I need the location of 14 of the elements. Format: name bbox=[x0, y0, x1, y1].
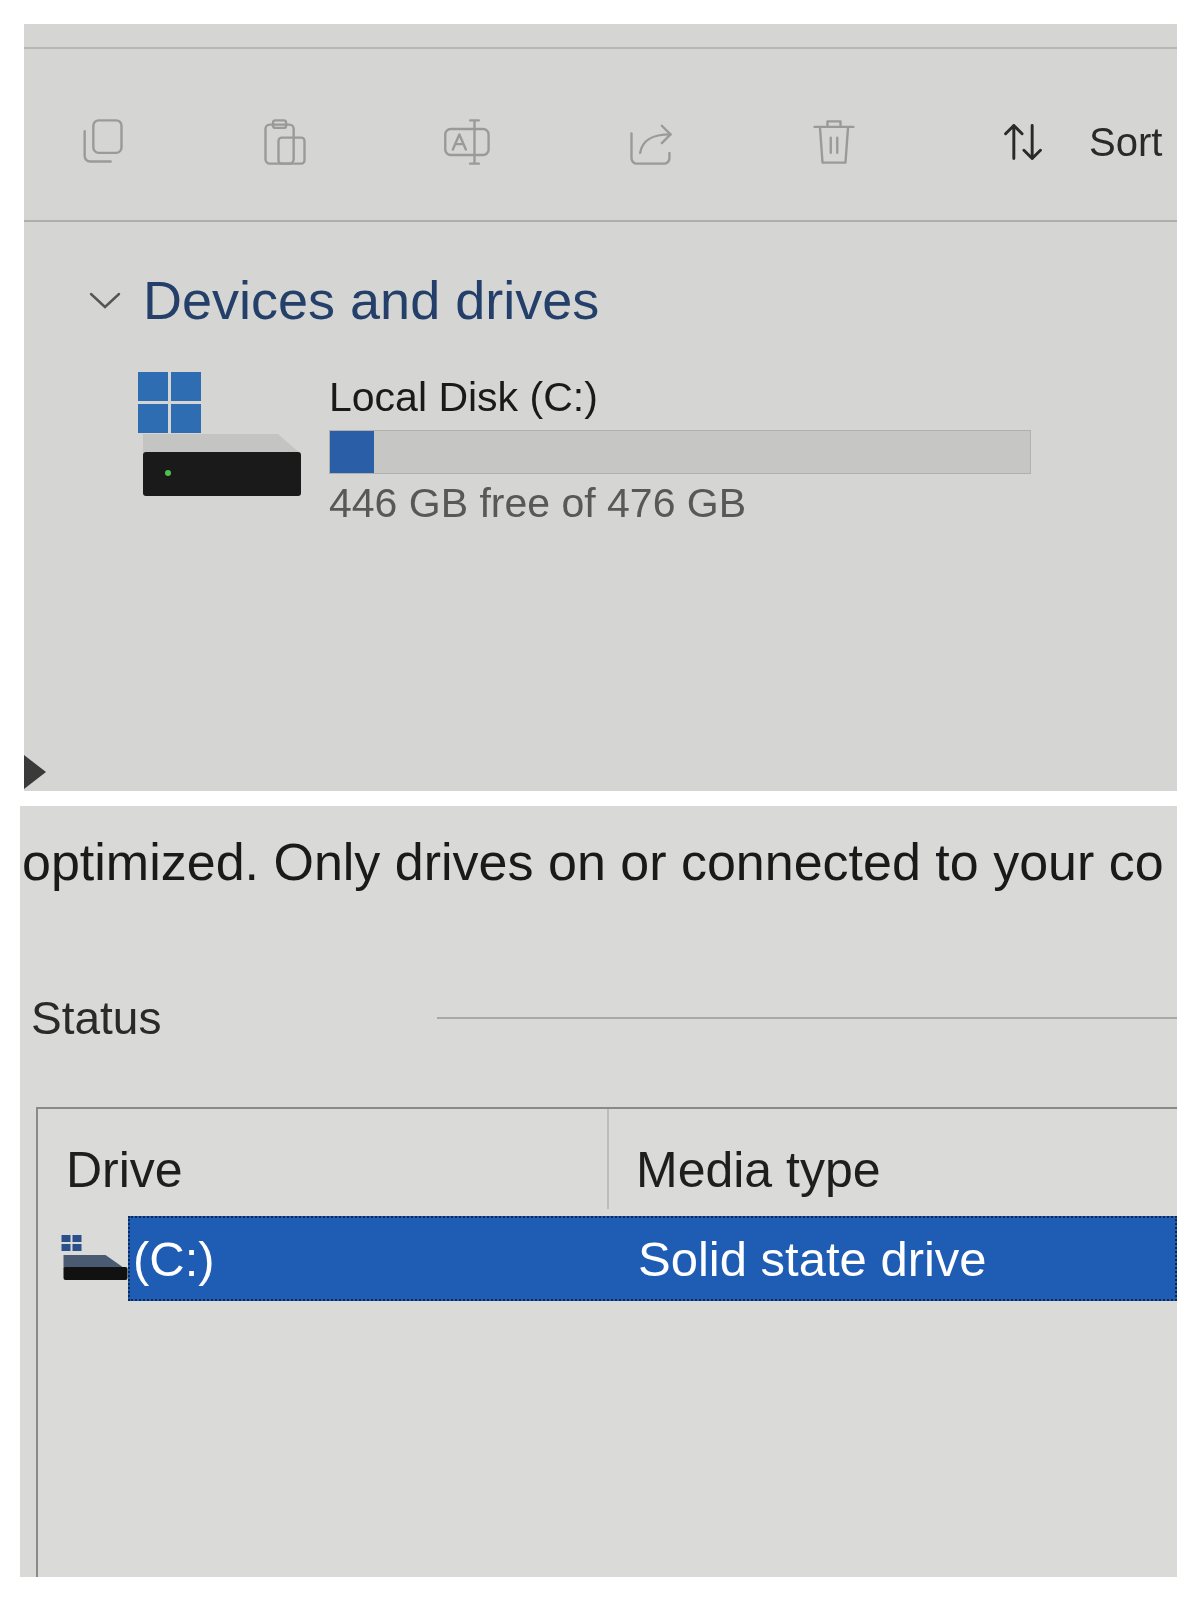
free-space-text: 446 GB free of 476 GB bbox=[329, 479, 747, 528]
table-row[interactable]: (C:) Solid state drive bbox=[128, 1216, 1177, 1301]
triangle-arrow-icon bbox=[24, 755, 46, 789]
drive-name[interactable]: Local Disk (C:) bbox=[329, 372, 598, 422]
table-cell-text: (C:) bbox=[132, 1230, 216, 1287]
description-text: optimized. Only drives on or connected to your co bbox=[22, 832, 1164, 892]
chevron-icon[interactable] bbox=[87, 290, 123, 310]
drive-icon[interactable] bbox=[138, 372, 302, 497]
column-header[interactable]: Drive bbox=[38, 1109, 609, 1209]
table-cell-text: Solid state drive bbox=[637, 1230, 987, 1287]
column-header[interactable]: Media type bbox=[609, 1109, 881, 1209]
section-heading[interactable]: Devices and drives bbox=[143, 268, 600, 332]
sort-button[interactable]: Sort bbox=[997, 113, 1167, 170]
status-label: Status bbox=[31, 992, 162, 1044]
